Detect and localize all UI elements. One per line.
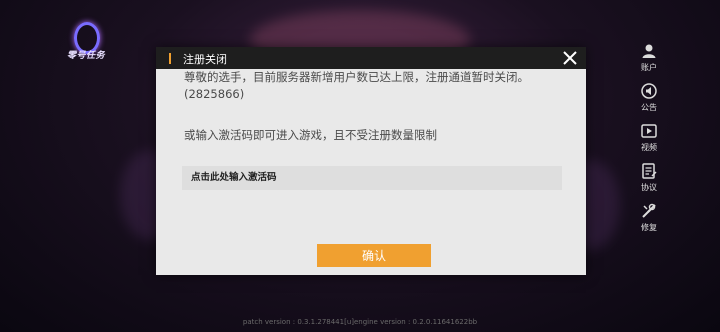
video-icon — [640, 122, 658, 140]
game-launcher-screen: 零号任务 账户 公告 视频 协议 修复 注册关闭 尊敬的选手，目前服务器新增用户… — [0, 0, 720, 332]
sidebar-item-label: 协议 — [641, 183, 657, 192]
close-icon — [563, 51, 577, 65]
sidebar-item-label: 视频 — [641, 143, 657, 152]
activation-code-input[interactable]: 点击此处输入激活码 — [182, 166, 562, 190]
header-accent-bar — [169, 53, 171, 64]
sidebar-item-account[interactable]: 账户 — [630, 42, 668, 82]
activation-code-hint: 或输入激活码即可进入游戏，且不受注册数量限制 — [184, 128, 437, 142]
right-sidebar: 账户 公告 视频 协议 修复 — [630, 42, 668, 242]
sidebar-item-announcement[interactable]: 公告 — [630, 82, 668, 122]
sidebar-item-video[interactable]: 视频 — [630, 122, 668, 162]
dialog-header: 注册关闭 — [156, 47, 586, 69]
close-button[interactable] — [561, 49, 579, 67]
game-logo: 零号任务 — [62, 22, 110, 62]
account-icon — [640, 42, 658, 60]
agreement-icon — [640, 162, 658, 180]
sidebar-item-label: 账户 — [641, 63, 657, 72]
sidebar-item-label: 公告 — [641, 103, 657, 112]
announcement-icon — [640, 82, 658, 100]
sidebar-item-repair[interactable]: 修复 — [630, 202, 668, 242]
sidebar-item-agreement[interactable]: 协议 — [630, 162, 668, 202]
version-info: patch version : 0.3.1.278441[u]engine ve… — [242, 318, 478, 326]
sidebar-item-label: 修复 — [641, 223, 657, 232]
registration-closed-dialog: 注册关闭 尊敬的选手，目前服务器新增用户数已达上限，注册通道暂时关闭。(2825… — [156, 47, 586, 275]
logo-text: 零号任务 — [66, 51, 105, 61]
dialog-title: 注册关闭 — [183, 53, 227, 66]
repair-icon — [640, 202, 658, 220]
confirm-button[interactable]: 确认 — [317, 244, 431, 267]
dialog-message: 尊敬的选手，目前服务器新增用户数已达上限，注册通道暂时关闭。(2825866) — [184, 70, 529, 101]
